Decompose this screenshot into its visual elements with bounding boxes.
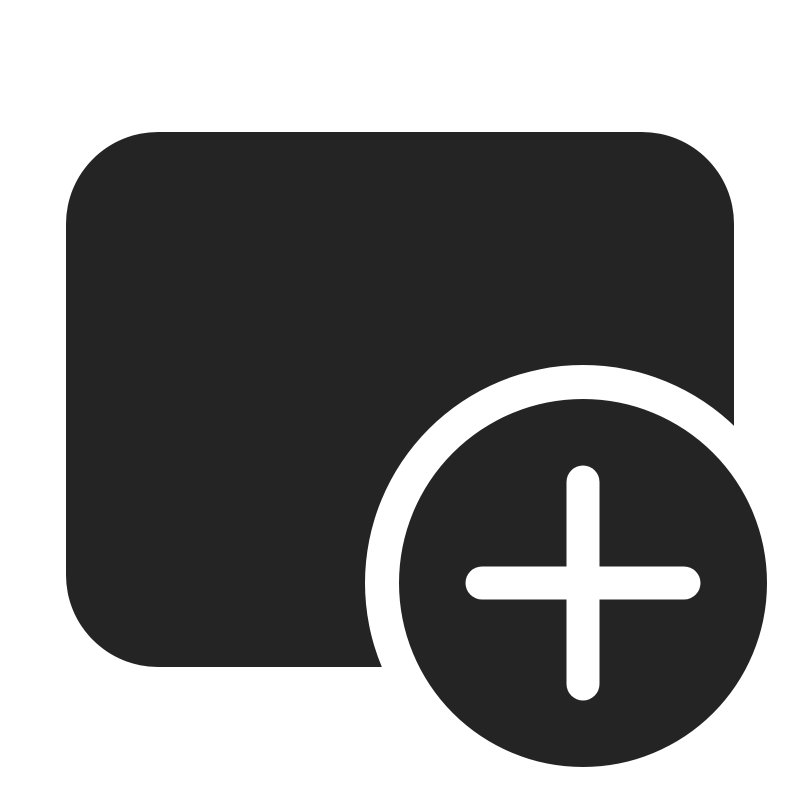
icon-canvas <box>0 0 800 800</box>
tab-add-icon <box>66 132 800 800</box>
